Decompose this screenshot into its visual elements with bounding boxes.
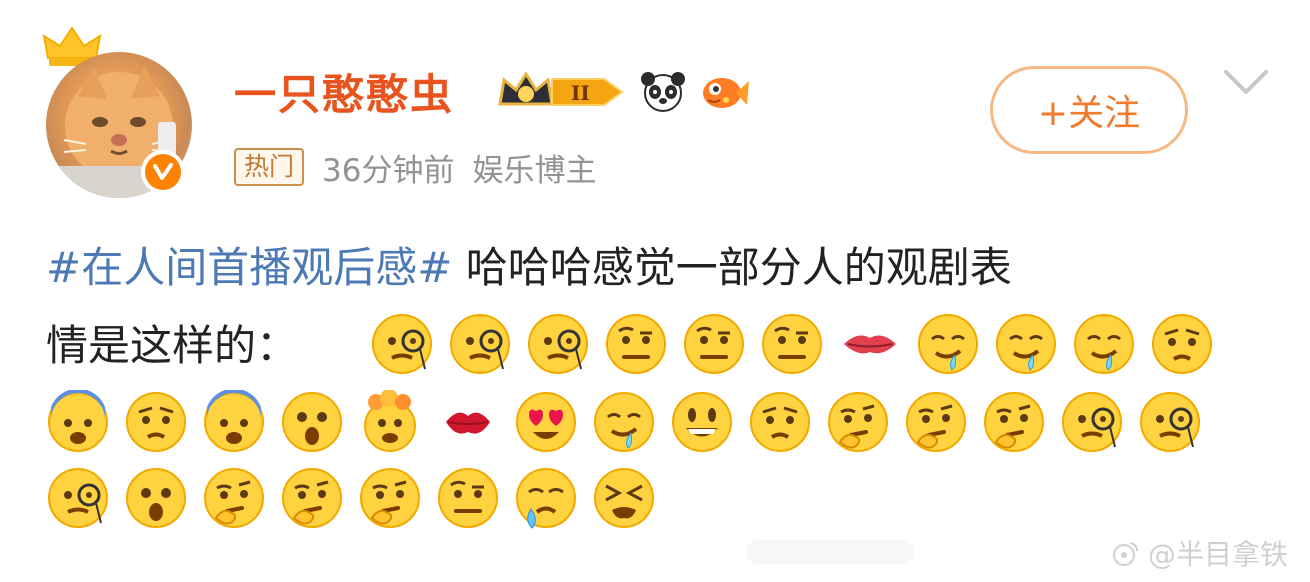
- monocle-emoji-icon: [528, 314, 588, 374]
- tired-emoji-icon: [594, 468, 654, 528]
- raised-eyebrow-emoji-icon: [762, 314, 822, 374]
- level-text: II: [571, 81, 590, 105]
- grinning-emoji-icon: [672, 392, 732, 452]
- watermark-text: @半目拿铁: [1148, 538, 1289, 571]
- drooling-emoji-icon: [594, 392, 654, 452]
- thinking-emoji-icon: [828, 392, 888, 452]
- follow-button[interactable]: +关注: [990, 66, 1188, 154]
- thinking-emoji-icon: [282, 468, 342, 528]
- user-badges: II: [496, 68, 750, 116]
- heart-eyes-emoji-icon: [516, 392, 576, 452]
- astonished-emoji-icon: [126, 468, 186, 528]
- drooling-emoji-icon: [996, 314, 1056, 374]
- level-crown-badge-icon[interactable]: II: [496, 70, 628, 114]
- raised-eyebrow-emoji-icon: [606, 314, 666, 374]
- drooling-emoji-icon: [1074, 314, 1134, 374]
- monocle-emoji-icon: [450, 314, 510, 374]
- watermark: @半目拿铁: [1112, 535, 1288, 571]
- chevron-down-icon[interactable]: [1222, 66, 1270, 100]
- post-time: 36分钟前: [322, 152, 455, 189]
- fearful-emoji-icon: [48, 390, 108, 452]
- raised-eyebrow-emoji-icon: [684, 314, 744, 374]
- post-text: 哈哈哈感觉一部分人的观剧表: [452, 243, 1012, 292]
- blurred-watermark-bar: [746, 540, 914, 564]
- thinking-emoji-icon: [906, 392, 966, 452]
- drooling-emoji-icon: [918, 314, 978, 374]
- post-content-line-1: #在人间首播观后感# 哈哈哈感觉一部分人的观剧表: [46, 236, 1012, 300]
- post-content-line-2: 情是这样的：: [46, 321, 299, 370]
- worried-emoji-icon: [126, 392, 186, 452]
- kiss-mark-emoji-icon: [446, 412, 490, 434]
- fearful-emoji-icon: [204, 390, 264, 452]
- user-category: 娱乐博主: [472, 152, 597, 189]
- thinking-emoji-icon: [984, 392, 1044, 452]
- user-avatar-section[interactable]: [40, 24, 200, 198]
- hot-tag: 热门: [234, 148, 305, 186]
- monocle-emoji-icon: [48, 468, 108, 528]
- username[interactable]: 一只憨憨虫: [234, 70, 454, 120]
- monocle-emoji-icon: [1140, 392, 1200, 452]
- thinking-emoji-icon: [204, 468, 264, 528]
- verified-check-icon: [153, 163, 173, 180]
- topic-hashtag[interactable]: #在人间首播观后感#: [46, 243, 452, 292]
- fish-icon: [703, 78, 749, 108]
- monocle-emoji-icon: [372, 314, 432, 374]
- astonished-emoji-icon: [282, 392, 342, 452]
- weibo-logo-icon: [1113, 542, 1138, 566]
- emoji-row-3: [46, 466, 656, 530]
- monocle-emoji-icon: [1062, 392, 1122, 452]
- worried-emoji-icon: [1152, 314, 1212, 374]
- emoji-row-1: [370, 312, 1214, 376]
- raised-eyebrow-emoji-icon: [438, 468, 498, 528]
- sweat-emoji-icon: [516, 468, 576, 529]
- thinking-emoji-icon: [360, 468, 420, 528]
- exploding-head-emoji-icon: [364, 390, 416, 452]
- worried-emoji-icon: [750, 392, 810, 452]
- post-meta: 热门 36分钟前 娱乐博主: [234, 146, 597, 189]
- emoji-row-2: [46, 390, 1202, 454]
- panda-icon: [641, 72, 685, 112]
- mouth-emoji-icon: [844, 335, 896, 354]
- verified-badge: [141, 150, 185, 194]
